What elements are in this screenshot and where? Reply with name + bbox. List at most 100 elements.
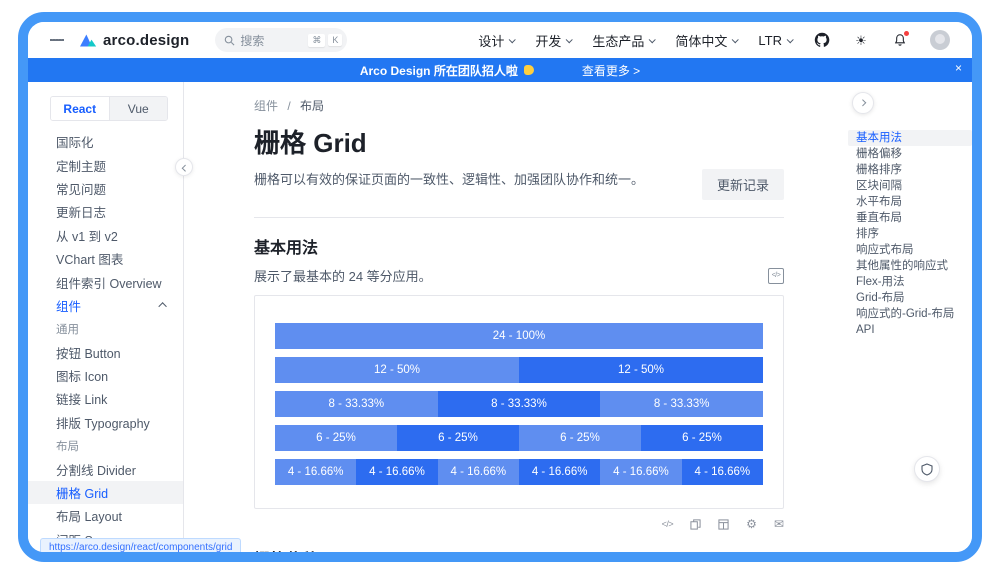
shortcut-key-cmd: ⌘ [308, 34, 325, 47]
search-input[interactable]: 搜索 ⌘ K [215, 28, 347, 52]
sidebar-item[interactable]: 常见问题 [28, 177, 183, 200]
grid-col: 4 - 16.66% [438, 459, 519, 485]
logo-text: arco.design [103, 32, 189, 49]
nav-menu-item[interactable]: 简体中文 [675, 31, 737, 50]
settings-gear-icon[interactable]: ⚙ [746, 518, 757, 530]
section-basic-title: 基本用法 [254, 234, 784, 258]
tab-react[interactable]: React [51, 97, 109, 120]
sidebar-item[interactable]: 组件索引 Overview [28, 270, 183, 293]
anchor-link[interactable]: API [848, 322, 972, 338]
sidebar-item[interactable]: 链接 Link [28, 387, 183, 410]
changelog-button[interactable]: 更新记录 [702, 169, 784, 200]
show-code-icon[interactable]: </> [662, 520, 674, 529]
shortcut-key-k: K [328, 34, 342, 46]
grid-col: 6 - 25% [275, 425, 397, 451]
arco-docs-page: arco.design 搜索 ⌘ K 设计 开发 [28, 22, 972, 552]
nav-menu-group: 设计 开发 生态产品 简体中文 [478, 31, 792, 50]
feedback-mail-icon[interactable]: ✉ [774, 518, 784, 530]
banner-close-icon[interactable]: × [955, 62, 962, 74]
chevron-down-icon [509, 36, 516, 43]
anchor-link[interactable]: 响应式的-Grid-布局 [848, 306, 972, 322]
grid-col: 6 - 25% [641, 425, 763, 451]
theme-toggle-icon[interactable]: ☀ [852, 31, 870, 49]
arco-logo-icon [80, 33, 97, 48]
grid-col: 6 - 25% [519, 425, 641, 451]
page-title: 栅格 Grid [254, 123, 784, 160]
nav-menu-item[interactable]: 开发 [535, 31, 571, 50]
breadcrumb-components[interactable]: 组件 [254, 99, 278, 113]
anchor-link[interactable]: 基本用法 [848, 130, 972, 146]
grid-col: 4 - 16.66% [519, 459, 600, 485]
anchor-link[interactable]: Grid-布局 [848, 290, 972, 306]
hand-emoji-icon [524, 65, 534, 75]
sidebar-collapse-button[interactable] [175, 158, 193, 176]
sidebar-item[interactable]: 栅格 Grid [28, 481, 183, 504]
feedback-float-button[interactable] [914, 456, 940, 482]
sidebar-item[interactable]: 排版 Typography [28, 411, 183, 434]
search-icon [224, 35, 235, 46]
avatar[interactable] [930, 30, 950, 50]
navbar-right: 设计 开发 生态产品 简体中文 [478, 30, 950, 50]
grid-col: 12 - 50% [275, 357, 519, 383]
tab-vue[interactable]: Vue [109, 97, 168, 120]
sidebar-item[interactable]: 通用 [28, 317, 183, 340]
grid-row: 12 - 50%12 - 50% [275, 357, 763, 383]
anchor-link[interactable]: 栅格排序 [848, 162, 972, 178]
notification-bell-icon[interactable] [891, 31, 909, 49]
arco-logo[interactable]: arco.design [80, 32, 189, 49]
banner-text: Arco Design 所在团队招人啦 [360, 62, 518, 79]
chevron-down-icon [566, 36, 573, 43]
nav-menu-item[interactable]: LTR [758, 33, 792, 48]
grid-row: 4 - 16.66%4 - 16.66%4 - 16.66%4 - 16.66%… [275, 459, 763, 485]
anchor-link[interactable]: 水平布局 [848, 194, 972, 210]
sidebar-item[interactable]: 布局 Layout [28, 504, 183, 527]
chevron-left-icon [181, 164, 188, 171]
notification-dot [904, 31, 909, 36]
chevron-down-icon [732, 36, 739, 43]
anchor-link[interactable]: 其他属性的响应式 [848, 258, 972, 274]
grid-col: 12 - 50% [519, 357, 763, 383]
sidebar-item[interactable]: 更新日志 [28, 200, 183, 223]
grid-col: 6 - 25% [397, 425, 519, 451]
sidebar-item[interactable]: 从 v1 到 v2 [28, 224, 183, 247]
anchor-list: 基本用法 栅格偏移 栅格排序 区块间隔 水平布局 [848, 130, 972, 338]
grid-row: 6 - 25%6 - 25%6 - 25%6 - 25% [275, 425, 763, 451]
announcement-banner: Arco Design 所在团队招人啦 查看更多 > × [28, 58, 972, 82]
nav-menu-item[interactable]: 生态产品 [592, 31, 654, 50]
apps-grid-icon[interactable] [50, 33, 64, 47]
sidebar-item[interactable]: 布局 [28, 434, 183, 457]
sidebar-item[interactable]: 国际化 [28, 130, 183, 153]
grid-col: 8 - 33.33% [600, 391, 763, 417]
sidebar-menu: 国际化 定制主题 常见问题 更新日志 从 v1 到 v2 [28, 130, 183, 551]
left-sidebar: React Vue 国际化 定制主题 常见问题 [28, 82, 184, 552]
anchor-link[interactable]: 垂直布局 [848, 210, 972, 226]
anchor-link[interactable]: 排序 [848, 226, 972, 242]
banner-see-more-link[interactable]: 查看更多 > [582, 62, 640, 79]
codesandbox-icon[interactable] [718, 519, 729, 530]
sidebar-item[interactable]: VChart 图表 [28, 247, 183, 270]
copy-icon[interactable] [690, 519, 701, 530]
anchor-link[interactable]: 栅格偏移 [848, 146, 972, 162]
nav-menu-item[interactable]: 设计 [478, 31, 514, 50]
sidebar-item[interactable]: 定制主题 [28, 153, 183, 176]
anchor-link[interactable]: Flex-用法 [848, 274, 972, 290]
body-layout: React Vue 国际化 定制主题 常见问题 [28, 82, 972, 552]
link-preview: https://arco.design/react/components/gri… [40, 538, 241, 560]
anchor-collapse-button[interactable] [852, 92, 874, 114]
shield-icon [921, 463, 933, 476]
chevron-down-icon [787, 36, 794, 43]
section-offset-title: 栅格偏移 [254, 546, 784, 562]
sidebar-item[interactable]: 组件 [28, 294, 183, 317]
anchor-link[interactable]: 区块间隔 [848, 178, 972, 194]
page-description: 栅格可以有效的保证页面的一致性、逻辑性、加强团队协作和统一。 [254, 169, 644, 188]
browser-frame: arco.design 搜索 ⌘ K 设计 开发 [18, 12, 982, 562]
sidebar-item[interactable]: 图标 Icon [28, 364, 183, 387]
sidebar-item[interactable]: 按钮 Button [28, 341, 183, 364]
github-icon[interactable] [813, 31, 831, 49]
expand-code-icon[interactable]: </> [768, 268, 784, 284]
anchor-link[interactable]: 响应式布局 [848, 242, 972, 258]
grid-col: 4 - 16.66% [600, 459, 681, 485]
sidebar-item[interactable]: 分割线 Divider [28, 457, 183, 480]
main-content: 组件 / 布局 栅格 Grid 栅格可以有效的保证页面的一致性、逻辑性、加强团队… [184, 82, 848, 552]
chevron-down-icon [649, 36, 656, 43]
